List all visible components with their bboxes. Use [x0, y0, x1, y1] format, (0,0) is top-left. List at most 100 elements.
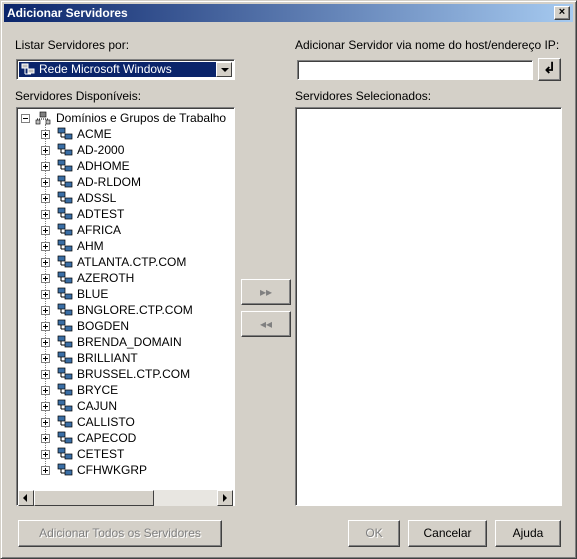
dialog-title: Adicionar Servidores — [7, 6, 128, 20]
arrow-right-icon — [223, 494, 227, 502]
tree-item-label: ATLANTA.CTP.COM — [77, 255, 187, 269]
tree-item-label: BRENDA_DOMAIN — [77, 335, 182, 349]
expand-icon[interactable] — [41, 338, 50, 347]
title-bar: Adicionar Servidores × — [4, 4, 573, 22]
expand-icon[interactable] — [41, 162, 50, 171]
expand-icon[interactable] — [41, 210, 50, 219]
expand-icon[interactable] — [41, 466, 50, 475]
available-servers-tree[interactable]: Domínios e Grupos de Trabalho ACME AD-2000… — [16, 107, 235, 506]
expand-icon[interactable] — [41, 370, 50, 379]
tree-item-label: BLUE — [77, 287, 109, 301]
tree-item-label: BNGLORE.CTP.COM — [77, 303, 193, 317]
add-all-servers-button[interactable]: Adicionar Todos os Servidores — [18, 520, 222, 547]
scroll-thumb[interactable] — [34, 490, 154, 506]
domain-icon — [57, 383, 73, 396]
ok-button[interactable]: OK — [348, 520, 400, 547]
add-by-host-label: Adicionar Servidor via nome do host/ende… — [295, 38, 560, 52]
domain-icon — [57, 239, 73, 252]
expand-icon[interactable] — [41, 194, 50, 203]
expand-icon[interactable] — [41, 290, 50, 299]
network-icon — [21, 63, 35, 75]
tree-item-label: AFRICA — [77, 223, 122, 237]
tree-item-label: BOGDEN — [77, 319, 130, 333]
tree-item-label: CETEST — [77, 447, 125, 461]
add-all-servers-label: Adicionar Todos os Servidores — [39, 526, 201, 540]
host-address-input[interactable] — [297, 60, 533, 80]
list-by-select[interactable]: Rede Microsoft Windows — [16, 59, 235, 80]
domain-icon — [57, 463, 73, 476]
domain-icon — [57, 447, 73, 460]
expand-icon[interactable] — [41, 178, 50, 187]
scroll-left-button[interactable] — [18, 490, 34, 506]
domain-icon — [57, 127, 73, 140]
domain-icon — [57, 415, 73, 428]
workgroup-icon — [35, 111, 51, 125]
expand-icon[interactable] — [41, 258, 50, 267]
expand-icon[interactable] — [41, 450, 50, 459]
expand-icon[interactable] — [41, 386, 50, 395]
selected-servers-list[interactable] — [295, 107, 562, 506]
help-label: Ajuda — [512, 526, 544, 540]
add-host-button[interactable]: ↲ — [538, 58, 561, 81]
cancel-button[interactable]: Cancelar — [408, 520, 487, 547]
domain-icon — [57, 223, 73, 236]
expand-icon[interactable] — [41, 402, 50, 411]
domain-icon — [57, 335, 73, 348]
expand-icon[interactable] — [41, 146, 50, 155]
help-button[interactable]: Ajuda — [495, 520, 561, 547]
expand-icon[interactable] — [41, 434, 50, 443]
tree-item-label: AD-RLDOM — [77, 175, 142, 189]
domain-icon — [57, 191, 73, 204]
tree-item-label: CFHWKGRP — [77, 463, 147, 477]
domain-icon — [57, 351, 73, 364]
ok-label: OK — [365, 526, 383, 540]
domain-icon — [57, 399, 73, 412]
expand-icon[interactable] — [41, 274, 50, 283]
domain-icon — [57, 287, 73, 300]
expand-icon[interactable] — [41, 418, 50, 427]
close-icon: × — [558, 6, 566, 18]
collapse-icon[interactable] — [21, 114, 30, 123]
domain-icon — [57, 303, 73, 316]
enter-icon: ↲ — [543, 60, 556, 77]
cancel-label: Cancelar — [423, 526, 472, 540]
tree-root-label: Domínios e Grupos de Trabalho — [56, 111, 227, 125]
arrow-left-icon — [23, 494, 27, 502]
domain-icon — [57, 319, 73, 332]
chevron-down-icon[interactable] — [216, 62, 232, 77]
tree-item-label: AHM — [77, 239, 104, 253]
tree-item-label: ADSSL — [77, 191, 117, 205]
horizontal-scrollbar[interactable] — [18, 490, 233, 506]
tree-item-label: BRILLIANT — [77, 351, 138, 365]
expand-icon[interactable] — [41, 242, 50, 251]
expand-icon[interactable] — [41, 322, 50, 331]
domain-icon — [57, 159, 73, 172]
expand-icon[interactable] — [41, 354, 50, 363]
double-left-arrow-icon: ◂◂ — [259, 317, 273, 331]
tree-item-label: CAJUN — [77, 399, 118, 413]
list-by-selected-text: Rede Microsoft Windows — [39, 62, 172, 76]
tree-item-label: ACME — [77, 127, 112, 141]
domain-icon — [57, 175, 73, 188]
list-by-selected-value: Rede Microsoft Windows — [19, 62, 216, 77]
expand-icon[interactable] — [41, 130, 50, 139]
tree-item-label: AZEROTH — [77, 271, 135, 285]
domain-icon — [57, 431, 73, 444]
list-by-label: Listar Servidores por: — [15, 38, 130, 52]
close-button[interactable]: × — [554, 6, 570, 20]
domain-icon — [57, 207, 73, 220]
domain-icon — [57, 367, 73, 380]
remove-selected-button[interactable]: ◂◂ — [241, 311, 291, 337]
tree-item-label: AD-2000 — [77, 143, 125, 157]
add-selected-button[interactable]: ▸▸ — [241, 279, 291, 305]
expand-icon[interactable] — [41, 306, 50, 315]
available-servers-label: Servidores Disponíveis: — [15, 89, 142, 103]
selected-servers-label: Servidores Selecionados: — [295, 89, 432, 103]
expand-icon[interactable] — [41, 226, 50, 235]
tree-item-label: ADHOME — [77, 159, 130, 173]
tree-item-label: BRUSSEL.CTP.COM — [77, 367, 191, 381]
domain-icon — [57, 143, 73, 156]
scroll-right-button[interactable] — [217, 490, 233, 506]
tree-item-label: ADTEST — [77, 207, 125, 221]
tree-item-label: CALLISTO — [77, 415, 135, 429]
